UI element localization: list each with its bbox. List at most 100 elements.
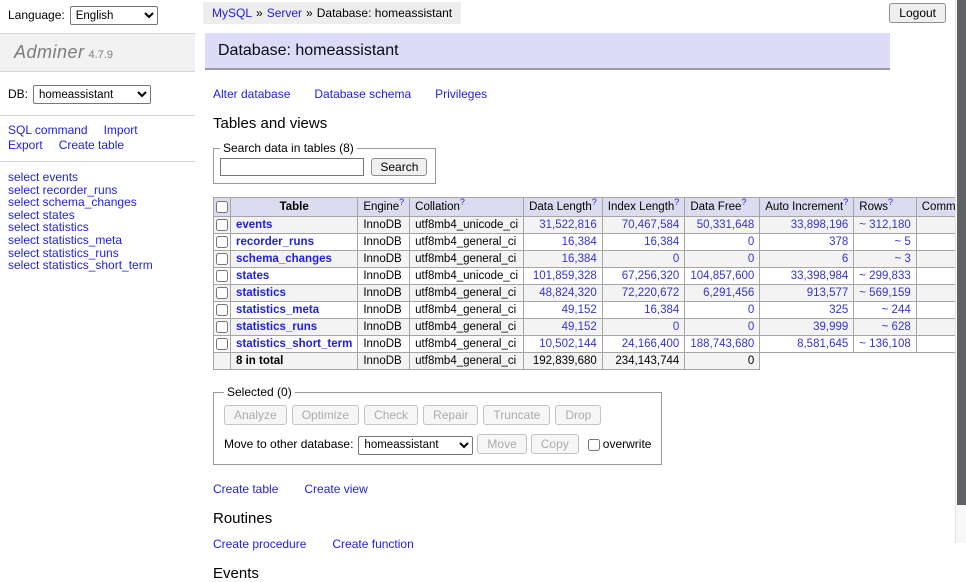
sidebar-action-link[interactable]: Import	[104, 123, 138, 137]
search-button[interactable]: Search	[371, 158, 427, 176]
auto-increment-cell: 8,581,645	[760, 336, 854, 353]
index-length-cell: 70,467,584	[602, 217, 685, 234]
search-fieldset: Search data in tables (8) Search	[213, 141, 436, 184]
sidebar-action-link[interactable]: SQL command	[8, 123, 88, 137]
column-help-link[interactable]: ?	[399, 198, 404, 208]
table-row: statisticsInnoDButf8mb4_general_ci48,824…	[214, 285, 966, 302]
db-action-link[interactable]: Database schema	[314, 87, 411, 101]
search-input[interactable]	[220, 158, 364, 176]
sidebar-item-select-table[interactable]: select statistics_short_term	[8, 259, 195, 272]
column-help-link[interactable]: ?	[741, 198, 746, 208]
collation-cell: utf8mb4_general_ci	[410, 302, 524, 319]
column-header: Data Free?	[685, 198, 760, 217]
data-length-cell: 49,152	[524, 302, 603, 319]
db-selector-row: DB: homeassistant	[0, 72, 195, 116]
index-length-cell: 67,256,320	[602, 268, 685, 285]
data-free-cell: 104,857,600	[685, 268, 760, 285]
index-length-cell: 16,384	[602, 234, 685, 251]
overwrite-checkbox[interactable]	[588, 439, 600, 451]
column-help-link[interactable]: ?	[888, 198, 893, 208]
auto-increment-cell: 33,398,984	[760, 268, 854, 285]
total-label: 8 in total	[231, 353, 358, 370]
db-label: DB:	[8, 87, 28, 101]
db-action-link[interactable]: Privileges	[435, 87, 487, 101]
auto-increment-cell: 6	[760, 251, 854, 268]
table-name-link[interactable]: statistics_meta	[236, 304, 319, 316]
sidebar-action-link[interactable]: Create table	[59, 138, 124, 152]
routine-link[interactable]: Create procedure	[213, 537, 306, 551]
sidebar-action-link[interactable]: Export	[8, 138, 43, 152]
breadcrumb-link[interactable]: Server	[267, 6, 302, 20]
table-row: statistics_short_termInnoDButf8mb4_gener…	[214, 336, 966, 353]
db-select[interactable]: homeassistant	[33, 85, 151, 104]
move-button: Move	[477, 434, 526, 454]
sidebar-item-select-table[interactable]: select schema_changes	[8, 196, 195, 209]
engine-cell: InnoDB	[358, 353, 410, 370]
total-row: 8 in totalInnoDButf8mb4_general_ci192,83…	[214, 353, 966, 370]
data-free-cell: 188,743,680	[685, 336, 760, 353]
db-action-link[interactable]: Alter database	[213, 87, 290, 101]
row-checkbox[interactable]	[216, 270, 228, 282]
breadcrumb-current: Database: homeassistant	[317, 6, 452, 20]
engine-cell: InnoDB	[358, 251, 410, 268]
total-data-length: 192,839,680	[524, 353, 603, 370]
column-help-link[interactable]: ?	[843, 198, 848, 208]
table-name-link[interactable]: statistics	[236, 287, 286, 299]
auto-increment-cell: 913,577	[760, 285, 854, 302]
row-checkbox[interactable]	[216, 304, 228, 316]
table-name-link[interactable]: statistics_runs	[236, 321, 317, 333]
index-length-cell: 0	[602, 251, 685, 268]
auto-increment-cell: 325	[760, 302, 854, 319]
language-select[interactable]: English	[70, 6, 158, 25]
scrollbar-thumb[interactable]	[957, 0, 966, 505]
engine-cell: InnoDB	[358, 285, 410, 302]
data-free-cell: 6,291,456	[685, 285, 760, 302]
breadcrumb: MySQL»Server»Database: homeassistant	[203, 2, 461, 24]
collation-cell: utf8mb4_unicode_ci	[410, 217, 524, 234]
row-checkbox[interactable]	[216, 219, 228, 231]
table-name-link[interactable]: states	[236, 270, 269, 282]
column-help-link[interactable]: ?	[674, 198, 679, 208]
main-content: MySQL»Server»Database: homeassistant Log…	[195, 0, 966, 582]
create-link[interactable]: Create view	[304, 482, 367, 496]
collation-cell: utf8mb4_general_ci	[410, 234, 524, 251]
auto-increment-cell: 378	[760, 234, 854, 251]
auto-increment-cell: 33,898,196	[760, 217, 854, 234]
truncate-button: Truncate	[483, 405, 550, 425]
table-name-link[interactable]: schema_changes	[236, 253, 332, 265]
data-length-cell: 48,824,320	[524, 285, 603, 302]
rows-cell: ~ 569,159	[854, 285, 916, 302]
table-row: statistics_meta InnoDButf8mb4_general_ci4…	[214, 302, 966, 319]
sidebar-item-select-table[interactable]: select events	[8, 171, 195, 184]
sidebar-item-select-table[interactable]: select statistics_meta	[8, 234, 195, 247]
column-header: Index Length?	[602, 198, 685, 217]
collation-cell: utf8mb4_general_ci	[410, 319, 524, 336]
table-row: statistics_runsInnoDButf8mb4_general_ci4…	[214, 319, 966, 336]
engine-cell: InnoDB	[358, 336, 410, 353]
breadcrumb-link[interactable]: MySQL	[212, 6, 252, 20]
move-db-select[interactable]: homeassistant	[358, 436, 473, 455]
engine-cell: InnoDB	[358, 268, 410, 285]
row-checkbox[interactable]	[216, 236, 228, 248]
row-checkbox[interactable]	[216, 321, 228, 333]
data-free-cell: 0	[685, 251, 760, 268]
table-name-link[interactable]: statistics_short_term	[236, 338, 352, 350]
table-row: schema_changesInnoDButf8mb4_general_ci16…	[214, 251, 966, 268]
row-checkbox[interactable]	[216, 253, 228, 265]
column-help-link[interactable]: ?	[592, 198, 597, 208]
table-name-link[interactable]: recorder_runs	[236, 236, 314, 248]
engine-cell: InnoDB	[358, 302, 410, 319]
data-length-cell: 16,384	[524, 251, 603, 268]
table-name-link[interactable]: events	[236, 219, 272, 231]
row-checkbox[interactable]	[216, 287, 228, 299]
row-checkbox[interactable]	[216, 338, 228, 350]
column-help-link[interactable]: ?	[460, 198, 465, 208]
scrollbar[interactable]	[955, 0, 966, 543]
create-link[interactable]: Create table	[213, 482, 278, 496]
logout-button[interactable]: Logout	[889, 3, 946, 23]
events-heading: Events	[213, 565, 966, 582]
select-all-checkbox[interactable]	[216, 201, 228, 213]
index-length-cell: 24,166,400	[602, 336, 685, 353]
total-index-length: 234,143,744	[602, 353, 685, 370]
routine-link[interactable]: Create function	[332, 537, 413, 551]
